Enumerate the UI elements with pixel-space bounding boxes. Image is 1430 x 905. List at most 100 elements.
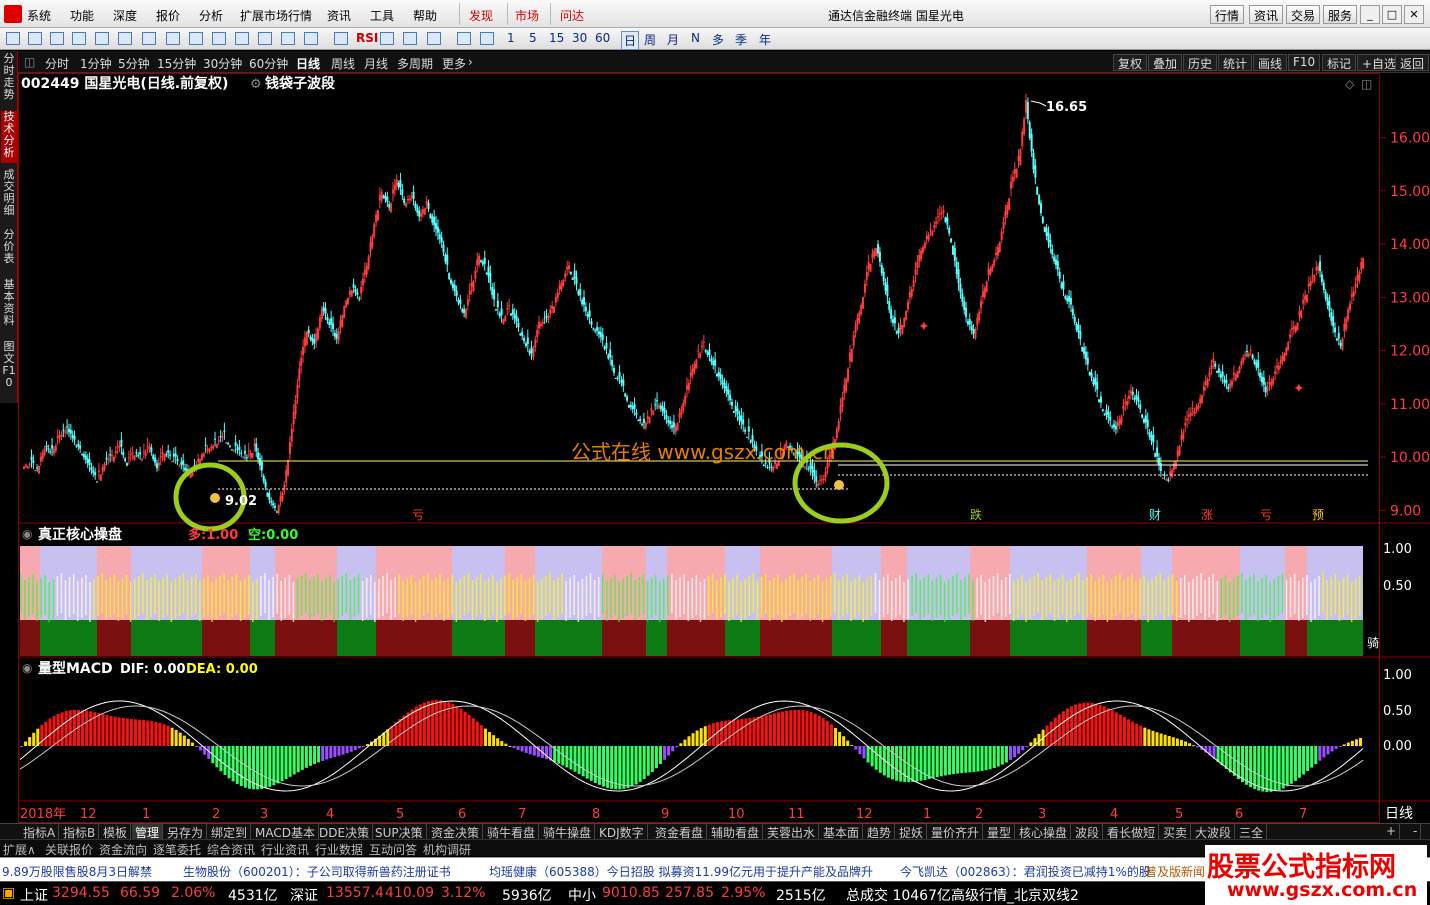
side-tab-deal-detail[interactable]: 成交明细 — [1, 169, 17, 223]
menu-item-help[interactable]: 帮助 — [413, 7, 437, 24]
tab-daily[interactable]: 日线 — [296, 55, 320, 72]
tab-1min[interactable]: 1分钟 — [80, 55, 112, 72]
menu-item-discover[interactable]: 发现 — [469, 7, 493, 24]
extension-tab[interactable]: 资金流向 — [99, 841, 147, 858]
indicator-tab[interactable]: 买卖 — [1160, 824, 1192, 840]
indicator-tab[interactable]: 辅助看盘 — [708, 824, 764, 840]
panel3-toggle-icon[interactable]: ◉ — [22, 661, 32, 675]
add-tab-icon[interactable]: + — [1383, 824, 1401, 840]
indicator-icon[interactable] — [334, 32, 348, 45]
tab-monthly[interactable]: 月线 — [364, 55, 388, 72]
btn-stats[interactable]: 统计 — [1218, 54, 1253, 71]
menu-item-ext-market[interactable]: 扩展市场行情 — [240, 7, 312, 24]
list-icon[interactable] — [72, 32, 86, 45]
indicator-tab[interactable]: 资金看盘 — [652, 824, 708, 840]
indicator-tab[interactable]: 骑牛操盘 — [540, 824, 596, 840]
side-tab-technical[interactable]: 技术分析 — [1, 111, 17, 163]
index-name[interactable]: 中小 — [568, 885, 596, 905]
move-icon[interactable] — [403, 32, 417, 45]
news-item[interactable]: 普及版新闻 — [1145, 863, 1205, 880]
tab-multi[interactable]: 多周期 — [397, 55, 433, 72]
fv-icon[interactable] — [281, 32, 295, 45]
btn-back[interactable]: 返回 — [1395, 54, 1430, 71]
minimize-icon[interactable]: _ — [1360, 5, 1380, 24]
tab-fenshi[interactable]: 分时 — [45, 55, 69, 72]
indicator-tab[interactable]: 基本面 — [820, 824, 864, 840]
indicator-tab[interactable]: 指标A — [20, 824, 60, 840]
period-5min[interactable]: 5 — [529, 31, 537, 45]
tab-60min[interactable]: 60分钟 — [249, 55, 288, 72]
indicator-tab[interactable]: 资金决策 — [428, 824, 484, 840]
panel-toggle-icon[interactable]: ◫ — [24, 55, 35, 69]
btn-mark[interactable]: 标记 — [1322, 54, 1357, 71]
menu-item-quote[interactable]: 报价 — [156, 7, 180, 24]
gear-icon[interactable]: ⚙ — [250, 77, 262, 92]
line-chart-icon[interactable] — [118, 32, 132, 45]
menu-item-depth[interactable]: 深度 — [113, 7, 137, 24]
side-tab-f10[interactable]: 图文F10 — [1, 341, 17, 397]
chart-area[interactable]: 002449 国星光电(日线.前复权) ⚙ 钱袋子波段 ◇ ◫ 16.0015.… — [18, 73, 1430, 823]
panel2-toggle-icon[interactable]: ◉ — [22, 527, 32, 541]
index-name[interactable]: 上证 — [20, 885, 48, 905]
news-item[interactable]: 均瑶健康（605388）今日招股 拟募资11.99亿元用于提升产能及品牌升 — [489, 863, 873, 880]
period-n[interactable]: N — [691, 31, 700, 45]
news-item[interactable]: 生物股份（600201）：子公司取得新兽药注册证书 — [183, 863, 451, 880]
indicator-tab[interactable]: 看长做短 — [1104, 824, 1160, 840]
btn-fuquan[interactable]: 复权 — [1113, 54, 1148, 71]
btn-f10[interactable]: F10 — [1288, 54, 1321, 71]
fz-icon[interactable] — [258, 32, 272, 45]
menu-item-wenda[interactable]: 问达 — [560, 7, 584, 24]
panel-icon[interactable]: ◫ — [1361, 77, 1372, 91]
chevron-right-icon[interactable]: › — [468, 55, 473, 69]
close-icon[interactable]: ✕ — [1404, 5, 1424, 24]
f10-icon[interactable] — [166, 32, 180, 45]
indicator-tab[interactable]: 大波段 — [1192, 824, 1236, 840]
draw-icon[interactable] — [380, 32, 394, 45]
fa-icon[interactable] — [212, 32, 226, 45]
grid-icon[interactable] — [95, 32, 109, 45]
side-tab-fenshi[interactable]: 分时走势 — [1, 53, 17, 105]
trade-button[interactable]: 交易 — [1286, 5, 1321, 24]
side-tab-price-table[interactable]: 分价表 — [1, 229, 17, 269]
news-item[interactable]: 今飞凯达（002863）：君润投资已减持1%的股 — [900, 863, 1151, 880]
info-button[interactable]: 资讯 — [1249, 5, 1284, 24]
remove-tab-icon[interactable]: - — [1410, 824, 1422, 840]
indicator-tab[interactable]: MACD基本 — [252, 824, 319, 840]
extension-tab[interactable]: 行业资讯 — [261, 841, 309, 858]
back-icon[interactable] — [6, 32, 20, 45]
menu-item-tools[interactable]: 工具 — [370, 7, 394, 24]
up-icon[interactable] — [28, 32, 42, 45]
tab-5min[interactable]: 5分钟 — [118, 55, 150, 72]
period-day[interactable]: 日 — [621, 31, 640, 50]
menu-item-function[interactable]: 功能 — [70, 7, 94, 24]
menu-item-system[interactable]: 系统 — [27, 7, 51, 24]
maximize-icon[interactable]: □ — [1382, 5, 1402, 24]
news-item[interactable]: 9.89万股限售股8月3日解禁 — [2, 863, 152, 880]
indicator-tab[interactable]: SUP决策 — [372, 824, 427, 840]
menu-item-news[interactable]: 资讯 — [327, 7, 351, 24]
indicator-tab[interactable]: 管理 — [132, 824, 164, 840]
fb-icon[interactable] — [235, 32, 249, 45]
btn-overlay[interactable]: 叠加 — [1148, 54, 1183, 71]
indicator-tab[interactable]: 芙蓉出水 — [764, 824, 820, 840]
period-multi[interactable]: 多 — [712, 31, 724, 48]
down-icon[interactable] — [50, 32, 64, 45]
indicator-tab[interactable]: 量型 — [984, 824, 1016, 840]
menu-item-market[interactable]: 市场 — [515, 7, 539, 24]
indicator-tab[interactable]: 绑定到 — [208, 824, 252, 840]
fs-icon[interactable] — [457, 32, 471, 45]
service-button[interactable]: 服务 — [1323, 5, 1358, 24]
extension-tab[interactable]: 关联报价 — [45, 841, 93, 858]
indicator-tab[interactable]: 趋势 — [864, 824, 896, 840]
period-15min[interactable]: 15 — [549, 31, 564, 45]
refresh-icon[interactable] — [480, 32, 494, 45]
pen-icon[interactable] — [427, 32, 441, 45]
extension-tab[interactable]: 行业数据 — [315, 841, 363, 858]
tab-30min[interactable]: 30分钟 — [203, 55, 242, 72]
menu-item-analysis[interactable]: 分析 — [199, 7, 223, 24]
extension-tab[interactable]: 扩展∧ — [3, 841, 36, 858]
period-quarter[interactable]: 季 — [735, 31, 747, 48]
period-30min[interactable]: 30 — [572, 31, 587, 45]
indicator-tab[interactable]: 三全 — [1236, 824, 1268, 840]
indicator-tab[interactable]: 模板 — [100, 824, 132, 840]
